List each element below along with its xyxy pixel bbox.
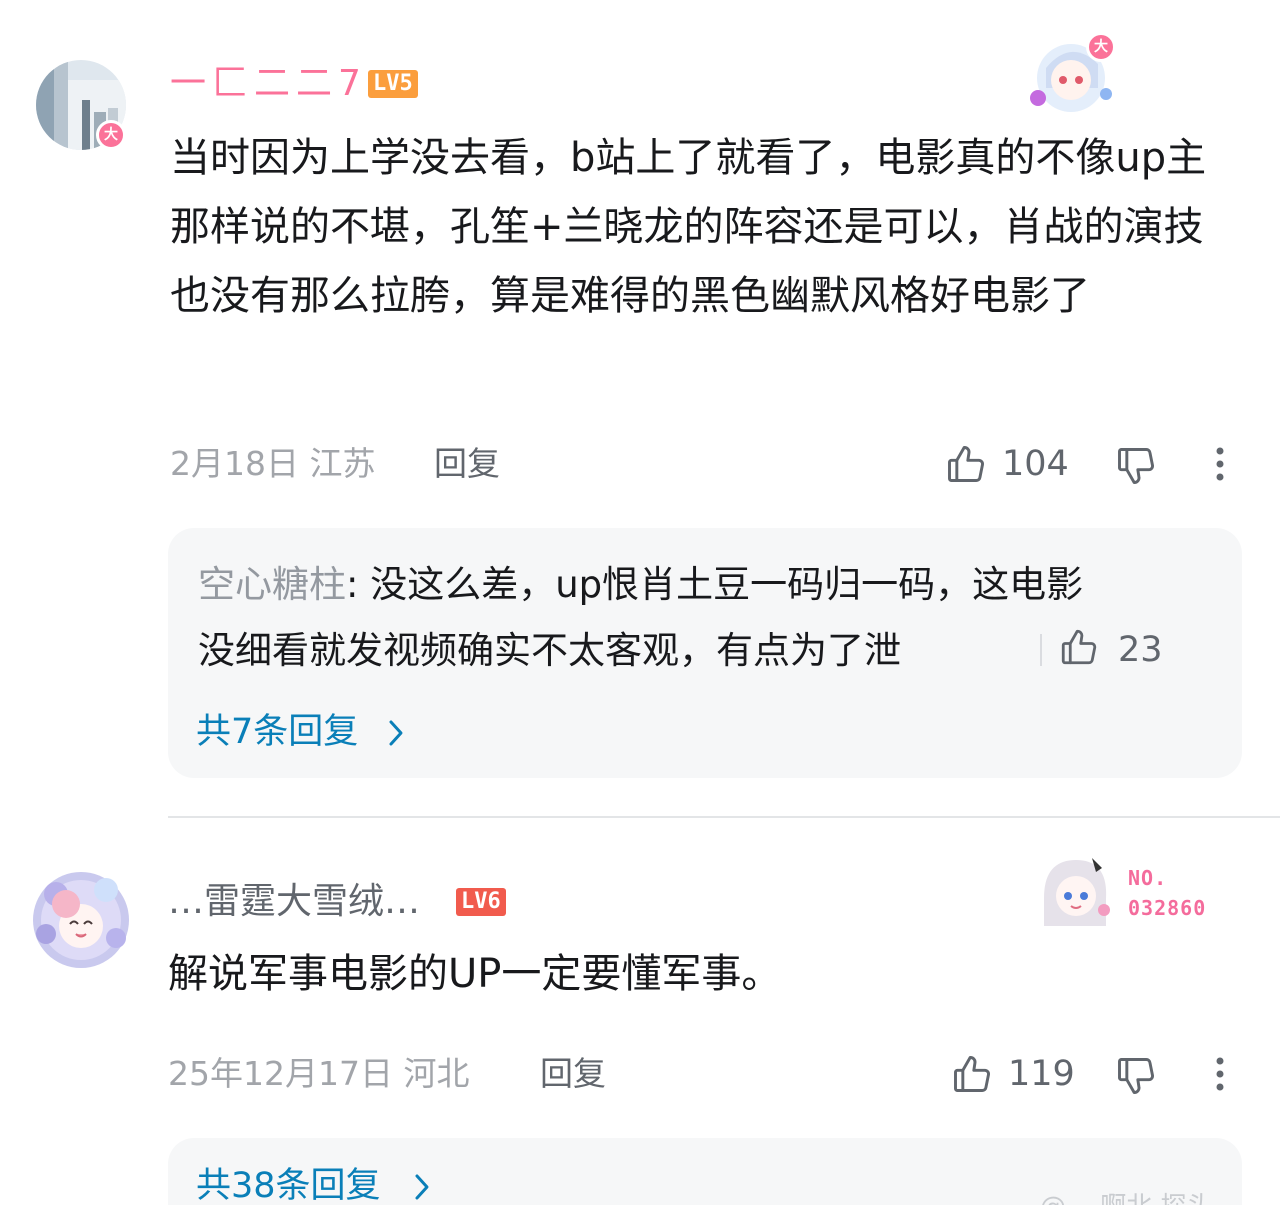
thumbs-up-icon	[954, 1056, 990, 1092]
decoration-vip-mark: 大	[1086, 32, 1116, 62]
sub-reply-box: 空心糖柱: 没这么差，up恨肖土豆一码归一码，这电影 没细看就发视频确实不太客观…	[168, 528, 1242, 778]
comment-date-location: 25年12月17日 河北	[168, 1054, 470, 1093]
chevron-right-icon	[412, 1172, 432, 1205]
more-button[interactable]	[1200, 1052, 1240, 1096]
sub-reply-like-count: 23	[1118, 630, 1163, 670]
view-replies-label: 共7条回复	[196, 712, 359, 752]
sub-reply-line-2[interactable]: 没细看就发视频确实不太客观，有点为了泄	[198, 618, 901, 683]
sub-reply-separator: :	[346, 563, 371, 606]
username[interactable]: …雷霆大雪绒…	[168, 880, 420, 924]
collectible-label: NO.	[1128, 866, 1168, 890]
decoration-badge-icon[interactable]: 大	[1026, 32, 1121, 114]
sub-reply-user[interactable]: 空心糖柱	[198, 563, 346, 606]
sub-reply-text-2: 没细看就发视频确实不太客观，有点为了泄	[198, 629, 901, 672]
collectible-badge-icon[interactable]	[1030, 852, 1120, 932]
thumbs-up-icon	[948, 446, 984, 482]
like-button[interactable]	[948, 1050, 996, 1098]
avatar[interactable]	[26, 864, 136, 974]
more-vertical-icon	[1216, 1057, 1224, 1091]
watermark: @… 啊北 探头	[1040, 1186, 1213, 1205]
reply-button[interactable]: 回复	[540, 1054, 606, 1094]
reply-button[interactable]: 回复	[434, 444, 500, 484]
sub-reply-line-1[interactable]: 空心糖柱: 没这么差，up恨肖土豆一码归一码，这电影	[198, 552, 1083, 617]
thumbs-down-icon	[1118, 448, 1154, 484]
like-count: 104	[1002, 444, 1069, 484]
comment-list: 大 一匚二二7 LV5 大 当时因为上学没去看，b站上了就看了，电影真的不像up…	[0, 0, 1280, 1205]
sub-reply-like-button[interactable]	[1056, 624, 1102, 670]
divider-vertical	[1040, 634, 1042, 666]
comment-content: 当时因为上学没去看，b站上了就看了，电影真的不像up主那样说的不堪，孔笙+兰晓龙…	[170, 135, 1207, 319]
view-replies-link[interactable]: 共7条回复	[196, 710, 358, 754]
level-badge: LV6	[456, 888, 506, 916]
view-replies-label: 共38条回复	[196, 1166, 381, 1205]
sub-reply-text-1: 没这么差，up恨肖土豆一码归一码，这电影	[370, 563, 1084, 606]
like-button[interactable]	[942, 440, 990, 488]
level-badge: LV5	[368, 70, 418, 98]
chevron-right-icon	[386, 718, 406, 752]
collectible-number: 032860	[1128, 896, 1207, 920]
like-count: 119	[1008, 1054, 1075, 1094]
vip-badge: 大	[96, 120, 126, 150]
view-replies-link[interactable]: 共38条回复	[196, 1164, 381, 1205]
comment-divider	[168, 816, 1280, 818]
username[interactable]: 一匚二二7	[170, 62, 367, 106]
thumbs-up-icon	[1061, 629, 1097, 665]
more-vertical-icon	[1216, 447, 1224, 481]
dislike-button[interactable]	[1112, 442, 1160, 490]
dislike-button[interactable]	[1112, 1052, 1160, 1100]
comment-date-location: 2月18日 江苏	[170, 444, 376, 483]
thumbs-down-icon	[1118, 1058, 1154, 1094]
comment-content: 解说军事电影的UP一定要懂军事。	[168, 951, 782, 997]
more-button[interactable]	[1200, 442, 1240, 486]
text-fade	[968, 620, 1038, 680]
